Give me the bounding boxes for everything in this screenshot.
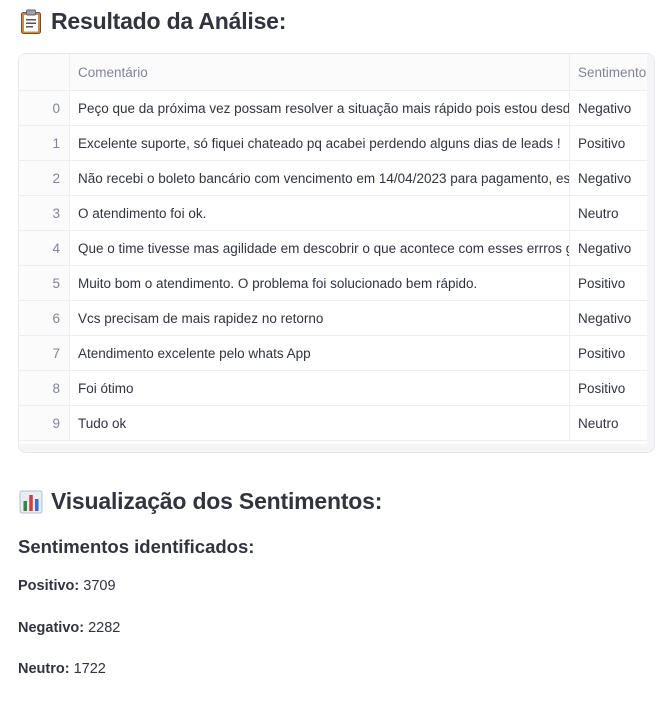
sentimento-cell[interactable]: Positivo (570, 371, 649, 405)
negativo-label: Negativo: (18, 620, 85, 636)
visualization-title: Visualização dos Sentimentos: (51, 488, 383, 514)
comentario-cell[interactable]: Excelente suporte, só fiquei chateado pq… (70, 126, 570, 160)
comentario-cell[interactable]: O atendimento foi ok. (70, 196, 570, 230)
row-index[interactable]: 1 (19, 126, 70, 160)
table-row[interactable]: 2 Não recebi o boleto bancário com vencim… (19, 161, 649, 196)
sentimento-cell[interactable]: Positivo (570, 266, 649, 300)
table-row[interactable]: 0 Peço que da próxima vez possam resolver… (19, 91, 649, 126)
row-index[interactable]: 2 (19, 161, 70, 195)
positivo-stat: Positivo: 3709 (18, 578, 116, 594)
comentario-cell[interactable]: Não recebi o boleto bancário com vencime… (70, 161, 570, 195)
neutro-value: 1722 (73, 661, 106, 677)
sentimento-cell[interactable]: Neutro (570, 196, 649, 230)
sentimento-cell[interactable]: Negativo (570, 231, 649, 265)
sentimento-cell[interactable]: Neutro (570, 406, 649, 440)
table-row[interactable]: 8 Foi ótimo Positivo (19, 371, 649, 406)
sentimento-cell[interactable]: Negativo (570, 301, 649, 335)
row-index[interactable]: 4 (19, 231, 70, 265)
results-title: Resultado da Análise: (51, 8, 287, 34)
dataframe-grid: Comentário Sentimento 0 Peço que da próxi… (19, 54, 649, 444)
sentimento-header[interactable]: Sentimento (570, 54, 649, 90)
row-index[interactable]: 6 (19, 301, 70, 335)
row-index[interactable]: 9 (19, 406, 70, 440)
comentario-cell[interactable]: Que o time tivesse mas agilidade em desc… (70, 231, 570, 265)
results-heading: Resultado da Análise: (18, 8, 286, 35)
comentario-cell[interactable]: Atendimento excelente pelo whats App (70, 336, 570, 370)
row-index[interactable]: 3 (19, 196, 70, 230)
table-row[interactable]: 4 Que o time tivesse mas agilidade em des… (19, 231, 649, 266)
row-index[interactable]: 5 (19, 266, 70, 300)
sentimento-cell[interactable]: Negativo (570, 91, 649, 125)
sentimento-cell[interactable]: Positivo (570, 126, 649, 160)
row-index[interactable]: 0 (19, 91, 70, 125)
page: Resultado da Análise: Comentário Sentime… (0, 0, 672, 716)
comentario-cell[interactable]: Tudo ok (70, 406, 570, 440)
comentario-cell[interactable]: Foi ótimo (70, 371, 570, 405)
bar-chart-icon (18, 489, 44, 515)
results-dataframe[interactable]: Comentário Sentimento 0 Peço que da próxi… (18, 53, 655, 453)
visualization-heading: Visualização dos Sentimentos: (18, 488, 382, 515)
table-row[interactable]: 5 Muito bom o atendimento. O problema foi… (19, 266, 649, 301)
comentario-cell[interactable]: Peço que da próxima vez possam resolver … (70, 91, 570, 125)
table-row[interactable]: 3O atendimento foi ok. Neutro (19, 196, 649, 231)
horizontal-scrollbar[interactable] (19, 444, 654, 452)
row-index[interactable]: 7 (19, 336, 70, 370)
table-row[interactable]: 7 Atendimento excelente pelo whats App Pos… (19, 336, 649, 371)
neutro-label: Neutro: (18, 661, 70, 677)
positivo-value: 3709 (83, 578, 116, 594)
table-header: Comentário Sentimento (19, 54, 649, 91)
neutro-stat: Neutro: 1722 (18, 661, 106, 677)
row-index[interactable]: 8 (19, 371, 70, 405)
negativo-stat: Negativo: 2282 (18, 620, 120, 636)
comentario-header[interactable]: Comentário (70, 54, 570, 90)
sentimento-cell[interactable]: Negativo (570, 161, 649, 195)
table-row[interactable]: 6 Vcs precisam de mais rapidez no retorno… (19, 301, 649, 336)
index-header (19, 54, 70, 90)
vertical-scrollbar[interactable] (647, 54, 654, 446)
positivo-label: Positivo: (18, 578, 80, 594)
clipboard-icon (18, 9, 44, 35)
comentario-cell[interactable]: Vcs precisam de mais rapidez no retorno (70, 301, 570, 335)
sentiments-subtitle: Sentimentos identificados: (18, 536, 255, 557)
comentario-cell[interactable]: Muito bom o atendimento. O problema foi … (70, 266, 570, 300)
table-row[interactable]: 1 Excelente suporte, só fiquei chateado p… (19, 126, 649, 161)
table-row[interactable]: 9 Tudo ok Neutro (19, 406, 649, 441)
sentimento-cell[interactable]: Positivo (570, 336, 649, 370)
negativo-value: 2282 (88, 620, 121, 636)
